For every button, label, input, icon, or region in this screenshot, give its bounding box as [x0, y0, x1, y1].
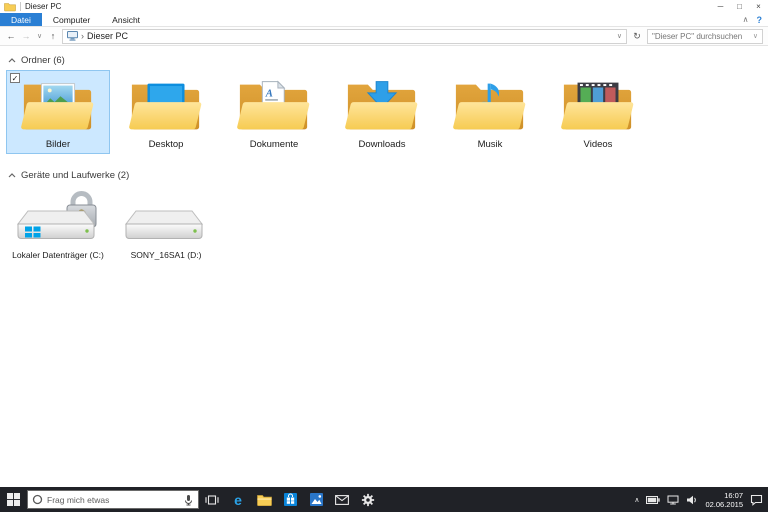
windows-logo-icon	[7, 493, 20, 506]
folder-tile-dokumente[interactable]: A Dokumente	[222, 70, 326, 154]
folder-tile-bilder[interactable]: ✓ Bilder	[6, 70, 110, 154]
drive-tile-c[interactable]: Lokaler Datenträger (C:)	[6, 185, 110, 264]
tray-expand-icon[interactable]: ∧	[634, 496, 639, 504]
file-explorer-icon	[256, 494, 272, 506]
os-drive-bitlocker-icon	[16, 191, 97, 239]
drive-label: Lokaler Datenträger (C:)	[12, 250, 104, 260]
help-icon[interactable]: ?	[757, 15, 763, 25]
up-button[interactable]: ↑	[47, 31, 59, 41]
folder-tile-downloads[interactable]: Downloads	[330, 70, 434, 154]
settings-taskbar-button[interactable]	[355, 487, 381, 512]
folder-label: Desktop	[148, 139, 184, 150]
edge-taskbar-button[interactable]: e	[225, 487, 251, 512]
tab-computer[interactable]: Computer	[42, 13, 101, 26]
breadcrumb-location[interactable]: Dieser PC	[87, 31, 128, 41]
taskbar-clock[interactable]: 16:07 02.06.2015	[705, 491, 743, 509]
clock-time: 16:07	[724, 490, 743, 500]
folder-label: Downloads	[358, 139, 406, 150]
group-header-ordner[interactable]: Ordner (6)	[8, 55, 764, 66]
mail-icon	[335, 494, 349, 505]
mail-taskbar-button[interactable]	[329, 487, 355, 512]
action-center-icon[interactable]	[750, 494, 763, 506]
file-list: Ordner (6) ✓ Bilder Desktop A Dokumente …	[0, 46, 768, 487]
photos-icon	[309, 493, 323, 506]
folder-label: Musik	[477, 139, 503, 150]
file-explorer-taskbar-button[interactable]	[251, 487, 277, 512]
window-title: Dieser PC	[25, 2, 62, 11]
ribbon-collapse-icon[interactable]: ∧	[743, 15, 749, 24]
forward-button[interactable]: →	[20, 31, 32, 41]
address-bar: ← → ∨ ↑ › Dieser PC ∨ ↻ ∨	[0, 27, 768, 46]
drive-tile-d[interactable]: SONY_16SA1 (D:)	[114, 185, 218, 264]
cortana-search-box[interactable]	[27, 490, 199, 509]
clock-date: 02.06.2015	[705, 499, 743, 509]
task-view-button[interactable]	[199, 487, 225, 512]
group-collapse-icon	[8, 58, 16, 63]
group-collapse-icon	[8, 173, 16, 178]
videos-folder-icon	[561, 82, 634, 130]
search-input[interactable]	[652, 31, 750, 41]
address-dropdown-icon[interactable]: ∨	[617, 32, 622, 40]
folder-tile-musik[interactable]: Musik	[438, 70, 542, 154]
minimize-button[interactable]: ─	[711, 0, 730, 13]
tab-ansicht[interactable]: Ansicht	[101, 13, 151, 26]
cortana-search-input[interactable]	[47, 494, 179, 505]
documents-folder-icon: A	[237, 80, 310, 130]
close-button[interactable]: ×	[749, 0, 768, 13]
folder-tile-videos[interactable]: Videos	[546, 70, 650, 154]
task-view-icon	[205, 494, 219, 505]
volume-icon[interactable]	[686, 495, 698, 505]
system-tray: ∧ 16:07 02.06.2015	[634, 491, 768, 509]
folder-label: Dokumente	[249, 139, 299, 150]
settings-gear-icon	[361, 493, 375, 506]
ribbon-tab-bar: Datei Computer Ansicht ∧ ?	[0, 13, 768, 27]
microphone-icon[interactable]	[183, 494, 194, 506]
group-header-geraete[interactable]: Geräte und Laufwerke (2)	[8, 170, 764, 181]
store-taskbar-button[interactable]	[277, 487, 303, 512]
downloads-folder-icon	[345, 81, 418, 130]
folder-label: Videos	[583, 139, 613, 150]
search-dropdown-icon[interactable]: ∨	[753, 32, 758, 40]
title-bar: Dieser PC ─ □ ×	[0, 0, 768, 13]
start-button[interactable]	[0, 487, 27, 512]
music-folder-icon	[453, 83, 526, 130]
desktop-folder-icon	[129, 83, 202, 130]
search-box[interactable]: ∨	[647, 28, 763, 44]
folder-tile-desktop[interactable]: Desktop	[114, 70, 218, 154]
pictures-folder-icon	[21, 83, 94, 130]
drive-icon	[124, 210, 204, 239]
quick-access-separator	[20, 2, 21, 11]
store-icon	[283, 493, 297, 506]
drive-label: SONY_16SA1 (D:)	[130, 250, 202, 260]
folder-label: Bilder	[45, 139, 71, 150]
cortana-icon	[32, 494, 43, 505]
back-button[interactable]: ←	[5, 31, 17, 41]
tab-datei[interactable]: Datei	[0, 13, 42, 26]
history-dropdown-icon[interactable]: ∨	[35, 32, 44, 40]
crumb-chevron-icon: ›	[81, 31, 84, 41]
drives-row: Lokaler Datenträger (C:) SONY_16SA1 (D:)	[6, 185, 764, 264]
svg-text:A: A	[265, 87, 273, 99]
edge-icon: e	[234, 491, 242, 508]
taskbar: e	[0, 487, 768, 512]
network-icon[interactable]	[667, 495, 679, 505]
breadcrumb[interactable]: › Dieser PC ∨	[62, 28, 627, 44]
folders-row: ✓ Bilder Desktop A Dokumente Downloads M…	[6, 70, 764, 154]
window-folder-icon	[4, 2, 16, 11]
battery-icon[interactable]	[646, 495, 661, 504]
explorer-window: Dieser PC ─ □ × Datei Computer Ansicht ∧…	[0, 0, 768, 512]
photos-taskbar-button[interactable]	[303, 487, 329, 512]
item-checkbox[interactable]: ✓	[10, 73, 20, 83]
refresh-icon[interactable]: ↻	[630, 31, 644, 42]
maximize-button[interactable]: □	[730, 0, 749, 13]
this-pc-icon	[67, 31, 78, 41]
caption-buttons: ─ □ ×	[711, 0, 768, 13]
